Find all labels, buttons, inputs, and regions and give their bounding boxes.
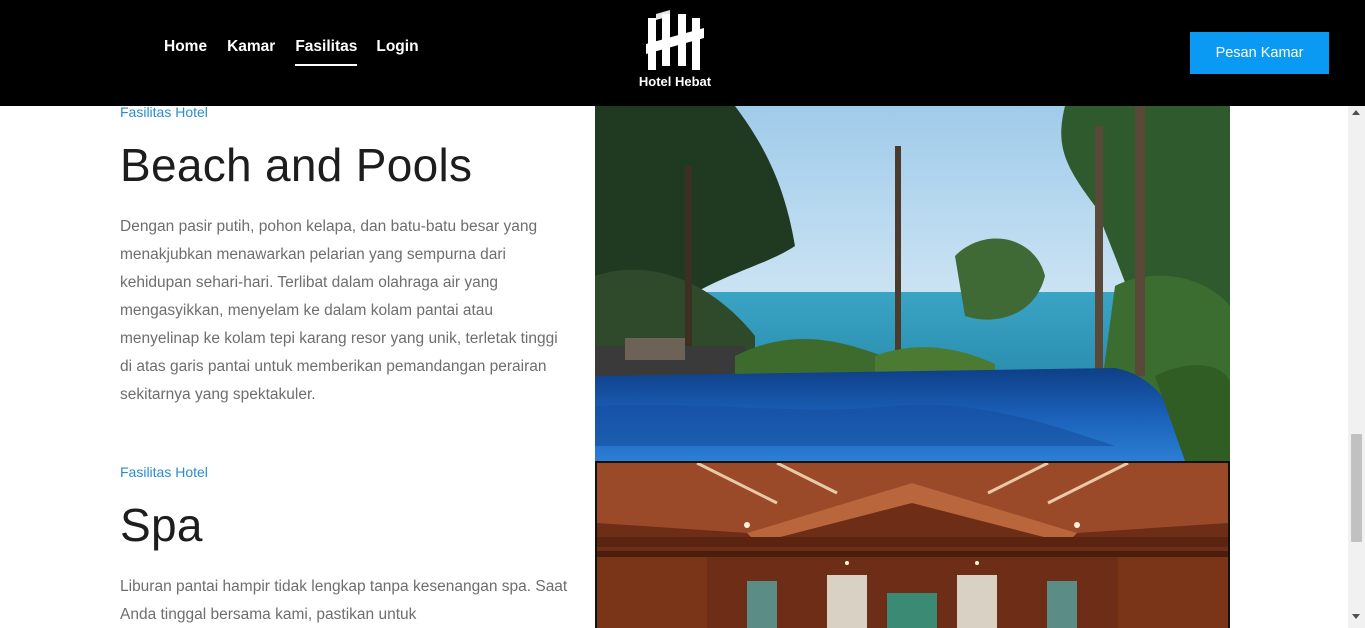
scrollbar-thumb[interactable] — [1351, 434, 1362, 542]
logo-text: Hotel Hebat — [638, 74, 712, 89]
book-room-button[interactable]: Pesan Kamar — [1190, 32, 1329, 74]
section-description: Dengan pasir putih, pohon kelapa, dan ba… — [120, 218, 558, 403]
main-nav: Home Kamar Fasilitas Login — [164, 38, 419, 66]
spa-image — [595, 461, 1230, 628]
nav-kamar[interactable]: Kamar — [227, 38, 275, 64]
section-title: Spa — [120, 499, 203, 551]
beach-pool-image — [595, 106, 1230, 461]
nav-home[interactable]: Home — [164, 38, 207, 64]
section-title: Beach and Pools — [120, 139, 473, 191]
section-description: Liburan pantai hampir tidak lengkap tanp… — [120, 578, 568, 623]
site-header: Home Kamar Fasilitas Login Hotel Hebat P… — [0, 0, 1365, 106]
scroll-down-icon[interactable] — [1352, 614, 1360, 619]
hotel-hebat-logo-icon — [646, 10, 704, 70]
site-logo[interactable]: Hotel Hebat — [632, 10, 718, 89]
section-label: Fasilitas Hotel — [120, 464, 208, 480]
nav-fasilitas[interactable]: Fasilitas — [295, 38, 358, 66]
nav-login[interactable]: Login — [376, 38, 418, 64]
section-label: Fasilitas Hotel — [120, 104, 208, 120]
scroll-up-icon[interactable] — [1352, 110, 1360, 115]
